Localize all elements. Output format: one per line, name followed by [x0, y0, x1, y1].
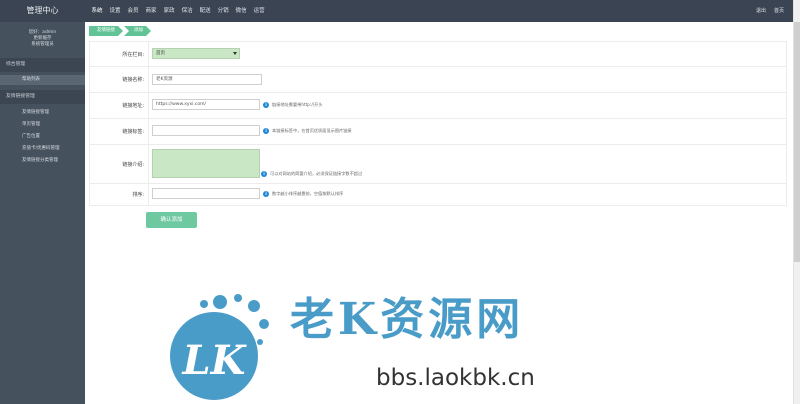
- logo-dot: [259, 319, 269, 329]
- breadcrumb-add: 添加: [124, 26, 151, 36]
- watermark-logo: LK: [170, 294, 269, 400]
- topnav-item-distribution[interactable]: 分销: [214, 0, 232, 22]
- form-row-category: 所在栏目: 首页: [90, 42, 786, 67]
- form-row-order: 排序: i 数字越小排序越靠前，空值按默认排序: [90, 184, 786, 205]
- form-row-name: 链接名称: 老K资源: [90, 67, 786, 93]
- top-bar: 管理中心 系统 设置 会员 商家 家政 保洁 配送 分销 微信 运营 退出 首页: [0, 0, 794, 22]
- breadcrumb-links[interactable]: 友情链接: [89, 26, 123, 36]
- topnav-item-members[interactable]: 会员: [124, 0, 142, 22]
- user-role: 系统管理员: [31, 42, 54, 47]
- column-divider: [148, 93, 149, 118]
- url-hint: i 链接地址需要带http://开头: [263, 102, 323, 108]
- topnav-item-wechat[interactable]: 微信: [232, 0, 250, 22]
- scrollbar[interactable]: [793, 0, 800, 404]
- logo-dot: [248, 300, 260, 312]
- description-hint: i 可以对网站的简要介绍，必须保证链接字数不超过: [261, 171, 362, 177]
- home-link[interactable]: 首页: [774, 0, 784, 22]
- logo-dot: [213, 295, 227, 309]
- sidebar-section-links[interactable]: 友情链接管理: [0, 90, 85, 104]
- info-icon: i: [263, 128, 269, 134]
- scrollbar-thumb[interactable]: [794, 22, 800, 262]
- topnav-item-merchants[interactable]: 商家: [142, 0, 160, 22]
- top-nav: 系统 设置 会员 商家 家政 保洁 配送 分销 微信 运营: [88, 0, 268, 22]
- topnav-item-housekeeping[interactable]: 家政: [160, 0, 178, 22]
- sidebar-item-help-list[interactable]: 帮助列表: [0, 75, 85, 85]
- user-info: 您好：admin 更新缓存 系统管理员: [0, 30, 85, 48]
- topnav-item-settings[interactable]: 设置: [106, 0, 124, 22]
- category-label: 所在栏目:: [122, 51, 144, 58]
- form-row-description: 链接介绍: i 可以对网站的简要介绍，必须保证链接字数不超过: [90, 145, 786, 184]
- form-row-logo: 链接标签: i 本链接标签中，在首页优质面显示图片链接: [90, 119, 786, 145]
- category-select[interactable]: 首页: [152, 48, 240, 59]
- chevron-down-icon: [233, 52, 237, 55]
- logo-label: 链接标签:: [122, 129, 144, 135]
- column-divider: [148, 184, 149, 205]
- breadcrumb: 友情链接 添加: [89, 26, 152, 36]
- sidebar-item-link-category[interactable]: 友情链接分类管理: [0, 156, 85, 166]
- watermark-url: bbs.laokbk.cn: [376, 365, 535, 391]
- logo-dot: [200, 300, 208, 308]
- order-hint: i 数字越小排序越靠前，空值按默认排序: [263, 191, 343, 197]
- info-icon: i: [261, 171, 267, 177]
- logo-hint: i 本链接标签中，在首页优质面显示图片链接: [263, 128, 352, 134]
- info-icon: i: [263, 191, 269, 197]
- sidebar-item-link-manage[interactable]: 友情链接管理: [0, 108, 85, 118]
- top-right-links: 退出 首页: [756, 0, 784, 22]
- column-divider: [148, 119, 149, 144]
- order-label: 排序:: [132, 192, 144, 198]
- logo-input[interactable]: [152, 125, 260, 136]
- link-form: 所在栏目: 首页 链接名称: 老K资源 链接地址: https://www.xy…: [89, 41, 787, 206]
- column-divider: [148, 67, 149, 92]
- sidebar: 您好：admin 更新缓存 系统管理员 综合管理 帮助列表 友情链接管理 友情链…: [0, 22, 85, 404]
- watermark-title: 老K资源网: [290, 294, 525, 345]
- app-title: 管理中心: [26, 6, 59, 15]
- order-hint-text: 数字越小排序越靠前，空值按默认排序: [272, 191, 344, 196]
- name-label: 链接名称:: [122, 77, 144, 83]
- logo-text: LK: [182, 337, 248, 384]
- logo-dot: [234, 294, 242, 302]
- url-hint-text: 链接地址需要带http://开头: [272, 102, 323, 107]
- info-icon: i: [263, 102, 269, 108]
- topnav-item-system[interactable]: 系统: [88, 0, 106, 22]
- logout-link[interactable]: 退出: [756, 0, 766, 22]
- topnav-item-operations[interactable]: 运营: [250, 0, 268, 22]
- category-select-value: 首页: [156, 51, 165, 56]
- form-row-url: 链接地址: https://www.xyxi.com/ i 链接地址需要带htt…: [90, 93, 786, 119]
- sidebar-item-coupon[interactable]: 充值卡/优惠码管理: [0, 144, 85, 154]
- submit-button[interactable]: 确认添加: [146, 212, 197, 228]
- topnav-item-delivery[interactable]: 配送: [196, 0, 214, 22]
- name-input[interactable]: 老K资源: [152, 74, 262, 85]
- url-input[interactable]: https://www.xyxi.com/: [152, 99, 260, 110]
- url-label: 链接地址:: [122, 103, 144, 109]
- description-label: 链接介绍:: [122, 161, 144, 168]
- sidebar-item-single-page[interactable]: 单页管理: [0, 120, 85, 130]
- topnav-item-cleaning[interactable]: 保洁: [178, 0, 196, 22]
- description-textarea[interactable]: [152, 149, 260, 178]
- sidebar-item-ad-position[interactable]: 广告位置: [0, 132, 85, 142]
- logo-dot: [257, 339, 263, 345]
- order-input[interactable]: [152, 188, 260, 199]
- column-divider: [148, 145, 149, 183]
- column-divider: [148, 42, 149, 66]
- sidebar-section-general[interactable]: 综合管理: [0, 58, 85, 72]
- description-hint-text: 可以对网站的简要介绍，必须保证链接字数不超过: [270, 171, 363, 176]
- logo-hint-text: 本链接标签中，在首页优质面显示图片链接: [272, 128, 352, 133]
